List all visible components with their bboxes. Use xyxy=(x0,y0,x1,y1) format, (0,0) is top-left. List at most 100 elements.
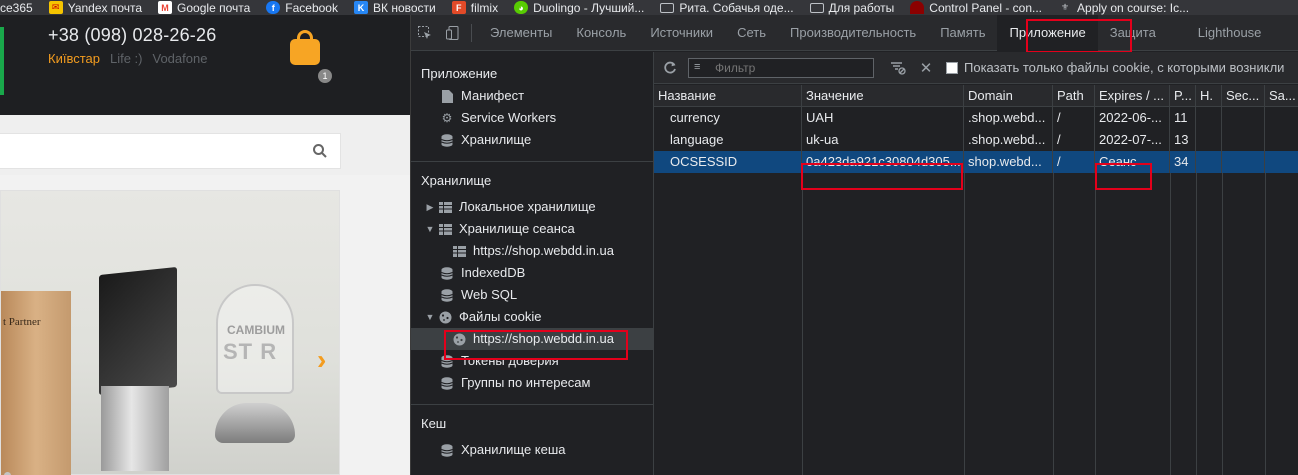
page-header: +38 (098) 028-26-26 Київстар Life :) Vod… xyxy=(0,15,410,115)
database-icon xyxy=(439,288,455,302)
sidebar-item-cache-storage[interactable]: Хранилище кеша xyxy=(411,439,653,461)
sidebar-item-session-origin[interactable]: https://shop.webdd.in.ua xyxy=(411,240,653,262)
sidebar-item-interest-groups[interactable]: Группы по интересам xyxy=(411,372,653,394)
sidebar-item-trust-tokens[interactable]: Токены доверия xyxy=(411,350,653,372)
bookmark-folder-rita[interactable]: Рита. Собачья оде... xyxy=(652,0,801,15)
sidebar-item-label: Хранилище кеша xyxy=(461,442,566,457)
search-icon[interactable] xyxy=(312,143,328,159)
sidebar-item-label: IndexedDB xyxy=(461,265,526,280)
device-toolbar-icon[interactable] xyxy=(439,15,467,51)
tab-sources[interactable]: Источники xyxy=(638,15,725,51)
cookie-samesite xyxy=(1265,151,1298,173)
tab-network[interactable]: Сеть xyxy=(725,15,778,51)
chevron-down-icon[interactable]: ▼ xyxy=(425,306,435,328)
column-divider xyxy=(1222,173,1223,475)
column-header-samesite[interactable]: Sa... xyxy=(1265,85,1298,106)
bookmark-facebook[interactable]: f Facebook xyxy=(258,0,346,15)
cookie-value: uk-ua xyxy=(802,129,964,151)
duolingo-icon: ◕ xyxy=(514,1,529,14)
column-header-httponly[interactable]: H. xyxy=(1196,85,1222,106)
table-header: Название Значение Domain Path Expires / … xyxy=(654,85,1298,107)
database-icon xyxy=(439,443,455,457)
column-header-value[interactable]: Значение xyxy=(802,85,964,106)
application-sidebar: Приложение Манифест ⚙ Service Workers Хра… xyxy=(411,52,654,475)
bookmark-duolingo[interactable]: ◕ Duolingo - Лучший... xyxy=(506,0,652,15)
chevron-right-icon[interactable]: › xyxy=(317,344,326,376)
sidebar-item-service-workers[interactable]: ⚙ Service Workers xyxy=(411,107,653,129)
devtools-panel: Элементы Консоль Источники Сеть Производ… xyxy=(410,14,1298,475)
table-grid-icon xyxy=(451,244,467,258)
tab-console[interactable]: Консоль xyxy=(564,15,638,51)
phone-number[interactable]: +38 (098) 028-26-26 xyxy=(48,25,216,46)
inspect-element-icon[interactable] xyxy=(411,15,439,51)
gmail-icon: M xyxy=(158,1,173,14)
column-header-size[interactable]: P... xyxy=(1170,85,1196,106)
refresh-icon[interactable] xyxy=(658,56,682,80)
sidebar-item-label: Service Workers xyxy=(461,110,557,125)
clear-filtered-icon[interactable] xyxy=(886,56,910,80)
sidebar-item-manifest[interactable]: Манифест xyxy=(411,85,653,107)
chevron-right-icon[interactable]: ▶ xyxy=(425,196,435,218)
cookie-icon xyxy=(437,310,453,324)
table-row[interactable]: currency UAH .shop.webd... / 2022-06-...… xyxy=(654,107,1298,129)
bookmark-gmail[interactable]: M Google почта xyxy=(150,0,258,15)
star-trophy-base xyxy=(215,403,295,443)
tab-memory[interactable]: Память xyxy=(928,15,997,51)
column-header-name[interactable]: Название xyxy=(654,85,802,106)
bookmark-folder-work[interactable]: Для работы xyxy=(802,0,903,15)
tab-elements[interactable]: Элементы xyxy=(478,15,564,51)
operator-vodafone[interactable]: Vodafone xyxy=(153,51,208,66)
sidebar-item-cookies-origin[interactable]: https://shop.webdd.in.ua xyxy=(411,328,653,350)
cookie-value: UAH xyxy=(802,107,964,129)
cookie-httponly xyxy=(1196,151,1222,173)
column-header-path[interactable]: Path xyxy=(1053,85,1095,106)
close-icon[interactable]: ✕ xyxy=(914,56,938,80)
sidebar-item-local-storage[interactable]: ▶ Локальное хранилище xyxy=(411,196,653,218)
database-icon xyxy=(439,376,455,390)
vk-icon: K xyxy=(353,1,368,14)
column-header-domain[interactable]: Domain xyxy=(964,85,1053,106)
bookmark-yandex-mail[interactable]: ✉ Yandex почта xyxy=(41,0,150,15)
cookie-name: currency xyxy=(654,107,802,129)
sidebar-item-cookies[interactable]: ▼ Файлы cookie xyxy=(411,306,653,328)
hero-image: t Partner CAMBIUM ST R › xyxy=(0,190,340,475)
operator-kyivstar[interactable]: Київстар xyxy=(48,51,100,66)
bookmark-vk[interactable]: K ВК новости xyxy=(346,0,444,15)
issues-only-checkbox[interactable] xyxy=(946,61,958,74)
bookmark-label: Yandex почта xyxy=(67,0,143,15)
bookmark-label: filmix xyxy=(470,0,499,15)
cookie-name: language xyxy=(654,129,802,151)
column-header-secure[interactable]: Sec... xyxy=(1222,85,1265,106)
cart-icon[interactable] xyxy=(290,27,322,65)
sidebar-item-storage[interactable]: Хранилище xyxy=(411,129,653,151)
bookmark-control-panel[interactable]: Control Panel - con... xyxy=(902,0,1050,15)
cookie-expires: 2022-06-... xyxy=(1095,107,1170,129)
search-input[interactable] xyxy=(0,133,341,169)
cookie-secure xyxy=(1222,129,1265,151)
chevron-down-icon[interactable]: ▼ xyxy=(425,218,435,240)
cart-count-badge: 1 xyxy=(318,69,332,83)
logo[interactable] xyxy=(0,27,4,95)
column-header-expires[interactable]: Expires / ... xyxy=(1095,85,1170,106)
filter-field: ≡ xyxy=(682,57,874,78)
tab-performance[interactable]: Производительность xyxy=(778,15,928,51)
operator-life[interactable]: Life :) xyxy=(110,51,143,66)
table-row-selected[interactable]: OCSESSID 0a423da921c30804d305... shop.we… xyxy=(654,151,1298,173)
filter-input[interactable] xyxy=(688,57,874,78)
bookmark-filmix[interactable]: Ffilmix xyxy=(444,0,506,15)
table-row[interactable]: language uk-ua .shop.webd... / 2022-07-.… xyxy=(654,129,1298,151)
bookmark-ce365[interactable]: ce365 xyxy=(0,0,41,15)
tab-lighthouse[interactable]: Lighthouse xyxy=(1168,15,1274,51)
sidebar-item-session-storage[interactable]: ▼ Хранилище сеанса xyxy=(411,218,653,240)
cookies-view: ≡ ✕ Показать только файлы cookie, с кото… xyxy=(654,52,1298,475)
cookie-size: 11 xyxy=(1170,107,1196,129)
issues-only-label: Показать только файлы cookie, с которыми… xyxy=(964,60,1285,75)
bookmark-apply-course[interactable]: ⚜ Apply on course: Ic... xyxy=(1050,0,1197,15)
tab-application[interactable]: Приложение xyxy=(997,14,1098,51)
cookie-expires: Сеанс xyxy=(1095,151,1170,173)
sidebar-item-label: Манифест xyxy=(461,88,525,103)
sidebar-item-indexeddb[interactable]: IndexedDB xyxy=(411,262,653,284)
tab-security[interactable]: Защита xyxy=(1098,15,1168,51)
sidebar-item-web-sql[interactable]: Web SQL xyxy=(411,284,653,306)
mail-icon: ✉ xyxy=(48,1,63,14)
